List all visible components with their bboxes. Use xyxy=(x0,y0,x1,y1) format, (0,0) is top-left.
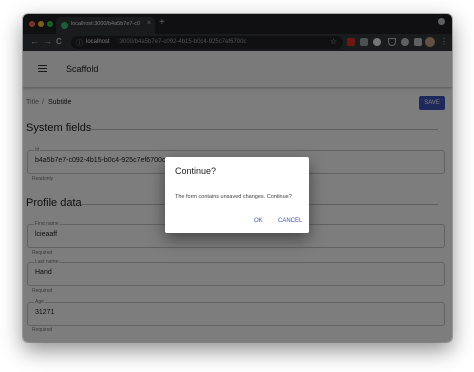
dialog-message: The form contains unsaved changes. Conti… xyxy=(175,194,292,200)
dialog-title: Continue? xyxy=(175,166,217,176)
ok-button[interactable]: OK xyxy=(254,218,263,224)
browser-window: localhost:3000/b4a5b7e7-c0 × + ← → C ⓘ l… xyxy=(23,14,452,342)
cancel-button[interactable]: CANCEL xyxy=(278,218,302,224)
confirm-dialog: Continue? The form contains unsaved chan… xyxy=(165,157,309,233)
